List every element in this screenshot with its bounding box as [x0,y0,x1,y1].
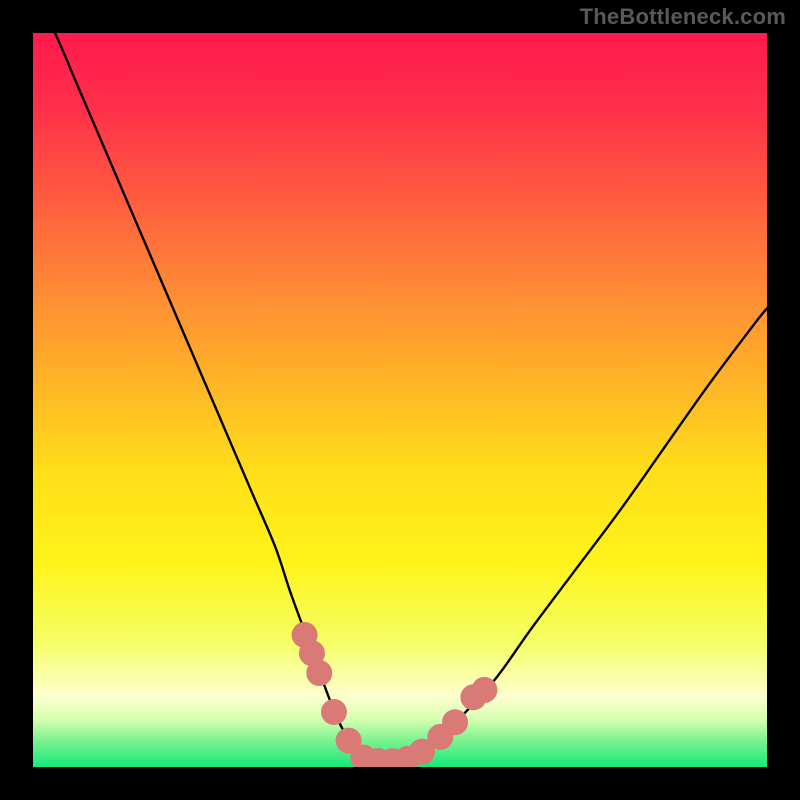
attribution-label: TheBottleneck.com [580,4,786,30]
marker-point [471,677,497,703]
marker-point [321,699,347,725]
bottleneck-chart [0,0,800,800]
marker-point [442,709,468,735]
marker-point [306,660,332,686]
gradient-background [33,33,767,767]
